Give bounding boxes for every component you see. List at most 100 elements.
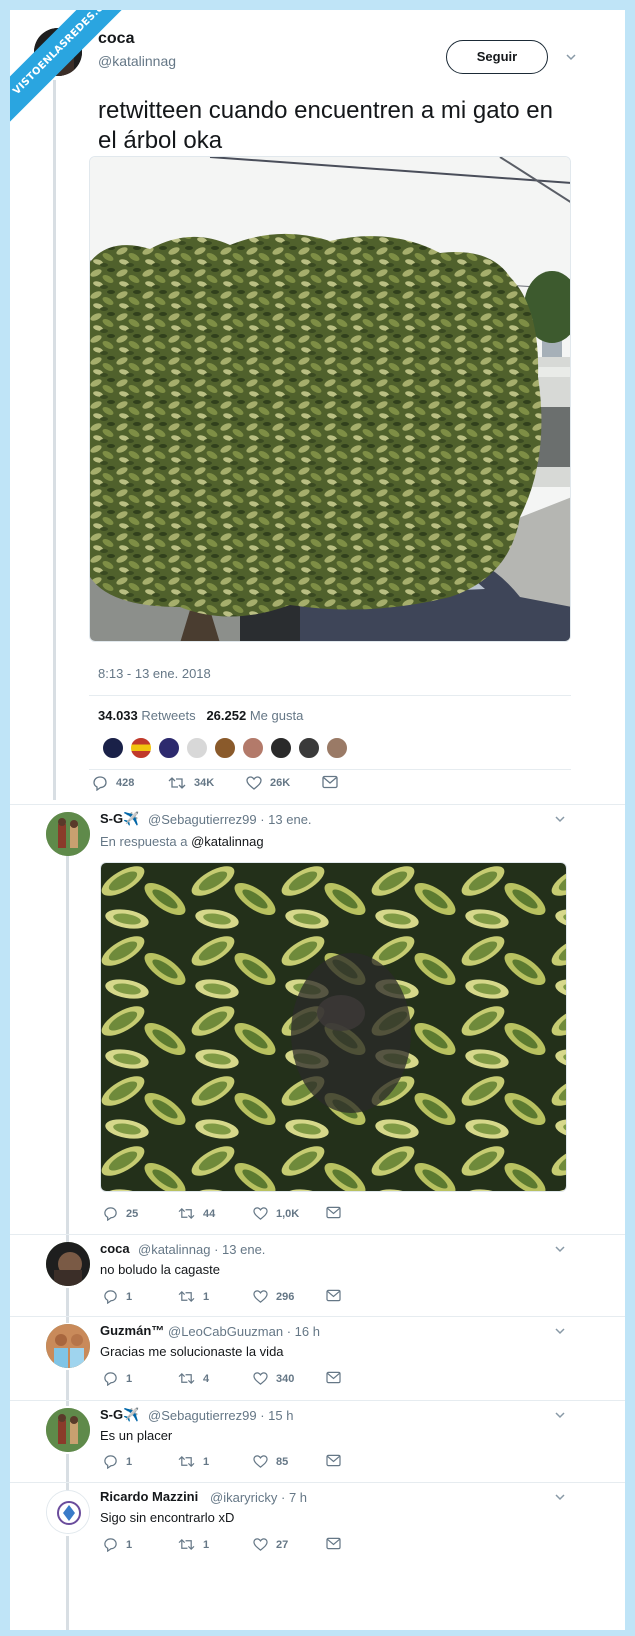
likes-label[interactable]: Me gusta [250,708,303,723]
retweet-button[interactable]: 1 [178,1454,209,1469]
reply-count: 1 [126,1372,133,1385]
author-name[interactable]: Guzmán™ [100,1323,164,1338]
like-button[interactable]: 85 [253,1454,288,1469]
dm-icon [326,1289,341,1302]
author-name[interactable]: S-G✈️ [100,1407,139,1423]
retweet-icon [168,777,186,789]
author-name[interactable]: coca [100,1241,130,1256]
retweet-button[interactable]: 1 [178,1537,209,1552]
engagement-stats: 34.033 Retweets 26.252 Me gusta [98,708,303,723]
chevron-down-icon[interactable] [555,1492,565,1502]
like-count: 340 [276,1372,295,1385]
author-handle[interactable]: @Sebagutierrez99 · 15 h [148,1408,293,1423]
thread-line [53,80,56,800]
like-count: 1,0K [276,1207,300,1220]
author-handle[interactable]: @ikaryricky · 7 h [210,1490,307,1505]
divider [10,1316,625,1317]
reply-button[interactable]: 25 [103,1206,138,1221]
in-reply-handle[interactable]: @katalinnag [191,834,263,849]
reply-button[interactable]: 1 [103,1454,132,1469]
dm-icon [326,1537,341,1550]
retweet-button[interactable]: 34K [168,775,214,791]
author-handle[interactable]: @katalinnag [98,53,176,69]
chevron-down-icon[interactable] [555,1244,565,1254]
in-reply-prefix: En respuesta a [100,834,188,849]
avatar[interactable] [46,1490,90,1534]
liker-avatar[interactable] [326,737,348,759]
reply-icon [104,1372,117,1386]
reply-count: 25 [126,1207,139,1220]
like-icon [253,1290,268,1303]
like-button[interactable]: 27 [253,1537,288,1552]
reply-count: 1 [126,1538,133,1551]
chevron-down-icon[interactable] [555,814,565,824]
author-name[interactable]: coca [98,30,134,48]
like-icon [253,1538,268,1551]
liker-avatar[interactable] [158,737,180,759]
divider [89,769,571,770]
retweet-count: 44 [203,1207,216,1220]
dm-button[interactable] [326,1371,349,1384]
divider [89,695,571,696]
liker-avatar[interactable] [214,737,236,759]
tweet-timestamp[interactable]: 8:13 - 13 ene. 2018 [98,666,211,681]
retweets-label[interactable]: Retweets [141,708,195,723]
like-icon [253,1372,268,1385]
like-count: 26K [270,777,291,789]
reply-button[interactable]: 1 [103,1289,132,1304]
retweet-button[interactable]: 4 [178,1371,209,1386]
retweet-count: 1 [203,1455,210,1468]
author-handle[interactable]: @katalinnag · 13 ene. [138,1242,265,1257]
author-handle[interactable]: @LeoCabGuuzman · 16 h [168,1324,320,1339]
retweet-count: 4 [203,1372,210,1385]
author-handle[interactable]: @Sebagutierrez99 · 13 ene. [148,812,312,827]
thread-line [66,1536,69,1630]
likes-count[interactable]: 26.252 [206,708,246,723]
retweet-button[interactable]: 1 [178,1289,209,1304]
dm-button[interactable] [322,775,346,789]
like-button[interactable]: 26K [246,775,290,791]
avatar[interactable] [46,1408,90,1452]
dm-button[interactable] [326,1454,349,1467]
like-icon [253,1207,268,1220]
author-name[interactable]: Ricardo Mazzini [100,1489,198,1504]
chevron-down-icon[interactable] [566,52,576,62]
retweet-button[interactable]: 44 [178,1206,215,1221]
reply-text: Gracias me solucionaste la vida [100,1344,284,1359]
follow-button[interactable]: Seguir [446,40,548,74]
dm-button[interactable] [326,1289,349,1302]
reply-icon [104,1538,117,1552]
like-button[interactable]: 340 [253,1371,294,1386]
retweets-count[interactable]: 34.033 [98,708,138,723]
retweet-icon [178,1455,195,1468]
tweet-card: VISTOENLASREDES.com coca @katalinnag Seg… [10,10,625,1630]
dm-button[interactable] [326,1206,349,1219]
reply-photo[interactable] [100,862,567,1192]
reply-button[interactable]: 1 [103,1371,132,1386]
retweet-count: 1 [203,1290,210,1303]
reply-count: 1 [126,1290,133,1303]
avatar[interactable] [46,812,90,856]
like-count: 85 [276,1455,289,1468]
liker-avatar[interactable] [242,737,264,759]
chevron-down-icon[interactable] [555,1410,565,1420]
liker-avatar[interactable] [186,737,208,759]
liker-avatar[interactable] [298,737,320,759]
avatar[interactable] [46,1242,90,1286]
dm-icon [326,1371,341,1384]
thread-line [66,1288,69,1323]
author-name[interactable]: S-G✈️ [100,811,139,827]
retweet-icon [178,1372,195,1385]
reply-button[interactable]: 1 [103,1537,132,1552]
liker-avatar[interactable] [102,737,124,759]
chevron-down-icon[interactable] [555,1326,565,1336]
reply-button[interactable]: 428 [92,775,134,791]
like-button[interactable]: 296 [253,1289,294,1304]
liker-avatar[interactable] [130,737,152,759]
tweet-photo[interactable] [89,156,571,642]
divider [10,1482,625,1483]
liker-avatar[interactable] [270,737,292,759]
avatar[interactable] [46,1324,90,1368]
like-button[interactable]: 1,0K [253,1206,299,1221]
dm-button[interactable] [326,1537,349,1550]
